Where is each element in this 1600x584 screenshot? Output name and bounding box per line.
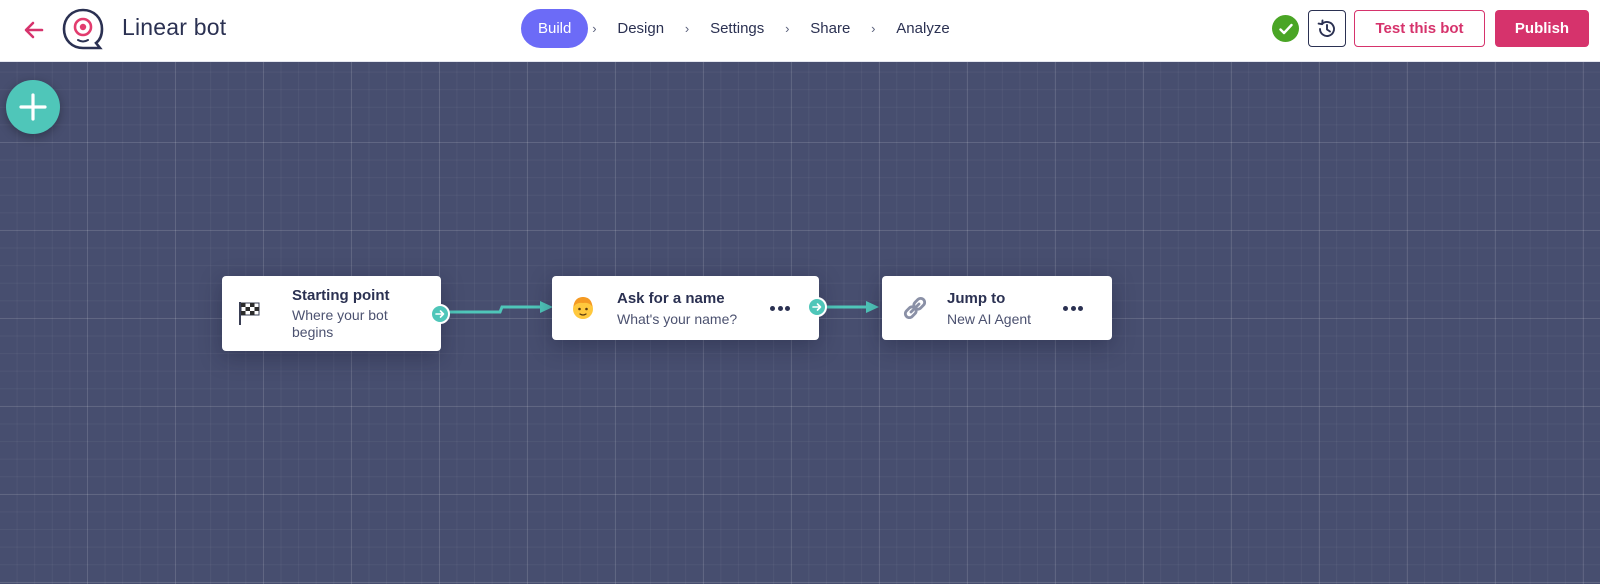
back-button[interactable] xyxy=(20,16,48,44)
chevron-right-icon: › xyxy=(684,21,690,36)
version-history-button[interactable] xyxy=(1308,10,1346,47)
publish-button[interactable]: Publish xyxy=(1495,10,1589,47)
flow-node-ask-for-a-name[interactable]: Ask for a name What's your name? xyxy=(552,276,819,340)
plus-icon xyxy=(19,93,47,121)
builder-steps-nav: Build › Design › Settings › Share › Anal… xyxy=(521,9,967,48)
check-circle-icon xyxy=(1278,23,1293,34)
history-icon xyxy=(1317,19,1335,37)
arrow-right-icon xyxy=(435,310,445,318)
step-settings[interactable]: Settings xyxy=(693,9,781,48)
step-share[interactable]: Share xyxy=(793,9,867,48)
bot-logo-icon xyxy=(62,8,104,50)
step-analyze[interactable]: Analyze xyxy=(879,9,966,48)
arrow-left-icon xyxy=(24,21,44,39)
flow-node-jump-to[interactable]: Jump to New AI Agent xyxy=(882,276,1112,340)
output-port[interactable] xyxy=(807,297,827,317)
link-icon xyxy=(900,293,930,323)
chevron-right-icon: › xyxy=(871,21,876,36)
node-subtitle: New AI Agent xyxy=(947,311,1032,327)
node-subtitle: What's your name? xyxy=(617,311,738,327)
test-bot-button[interactable]: Test this bot xyxy=(1354,10,1485,47)
flow-node-starting-point[interactable]: Starting point Where your bot begins xyxy=(222,276,441,351)
top-bar: Linear bot Build › Design › Settings › S… xyxy=(0,0,1600,62)
step-design[interactable]: Design xyxy=(600,9,681,48)
chevron-right-icon: › xyxy=(592,21,597,36)
chevron-right-icon: › xyxy=(785,21,790,36)
node-title: Starting point xyxy=(292,287,390,304)
arrow-right-icon xyxy=(812,303,822,311)
bot-title[interactable]: Linear bot xyxy=(122,14,226,41)
node-title: Jump to xyxy=(947,290,1006,307)
saved-status-badge xyxy=(1272,15,1299,42)
node-more-options-button[interactable] xyxy=(1060,298,1086,318)
person-face-icon xyxy=(568,293,598,323)
node-more-options-button[interactable] xyxy=(767,298,793,318)
node-title: Ask for a name xyxy=(617,290,725,307)
checkered-flag-icon xyxy=(234,298,264,328)
step-build[interactable]: Build xyxy=(521,9,589,48)
output-port[interactable] xyxy=(430,304,450,324)
node-subtitle: Where your bot begins xyxy=(292,307,388,340)
add-block-button[interactable] xyxy=(6,80,60,134)
